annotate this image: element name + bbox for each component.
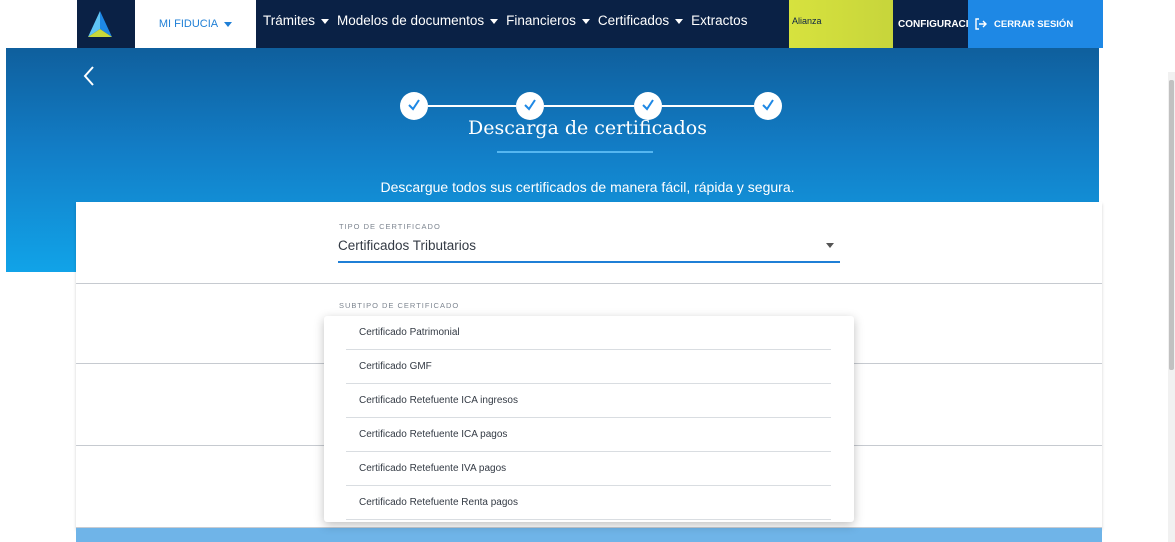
logout-icon [975, 18, 987, 30]
dropdown-option[interactable]: Certificado Retefuente IVA pagos [346, 452, 831, 486]
caret-down-icon [224, 21, 233, 27]
footer-strip [76, 528, 1102, 542]
menu-financieros-label: Financieros [506, 13, 576, 28]
menu-modelos-documentos[interactable]: Modelos de documentos [337, 13, 499, 28]
subtipo-certificado-label: SUBTIPO DE CERTIFICADO [339, 301, 460, 310]
caret-down-icon [675, 19, 684, 24]
menu-extractos[interactable]: Extractos [691, 13, 747, 28]
title-underline [497, 151, 653, 153]
menu-financieros[interactable]: Financieros [506, 13, 590, 28]
step-4-check-icon [754, 92, 782, 120]
dropdown-option[interactable]: Certificado Retefuente ICA pagos [346, 418, 831, 452]
caret-down-icon [581, 19, 590, 24]
caret-down-icon[interactable] [826, 243, 834, 248]
menu-certificados-label: Certificados [597, 13, 670, 28]
chevron-left-icon[interactable] [79, 64, 101, 88]
menu-tramites-label: Trámites [263, 13, 316, 28]
menu-tramites[interactable]: Trámites [263, 13, 330, 28]
tipo-certificado-label: TIPO DE CERTIFICADO [339, 222, 441, 231]
mi-fiducia-label: MI FIDUCIA [158, 18, 219, 30]
scrollbar-thumb[interactable] [1169, 80, 1174, 370]
step-1-check-icon [400, 92, 428, 120]
main-menu: Trámites Modelos de documentos Financier… [263, 0, 755, 48]
menu-modelos-label: Modelos de documentos [337, 13, 485, 28]
logout-label: CERRAR SESIÓN [994, 18, 1074, 30]
tipo-certificado-select[interactable]: Certificados Tributarios [338, 238, 476, 253]
step-connector [662, 105, 754, 107]
caret-down-icon [490, 19, 499, 24]
dropdown-option[interactable]: Certificado Retefuente Renta pagos [346, 486, 831, 520]
select-underline [338, 261, 840, 263]
dropdown-option[interactable]: Certificado Retefuente ICA ingresos [346, 384, 831, 418]
step-connector [544, 105, 634, 107]
step-2-check-icon [516, 92, 544, 120]
mi-fiducia-menu[interactable]: MI FIDUCIA [135, 0, 256, 48]
logout-button[interactable]: CERRAR SESIÓN [968, 0, 1103, 48]
alianza-banner: Alianza [789, 0, 893, 48]
page-title: Descarga de certificados [468, 117, 707, 139]
alianza-logo-icon[interactable] [86, 9, 114, 39]
subtipo-dropdown: Certificado Patrimonial Certificado GMF … [324, 316, 854, 522]
step-3-check-icon [634, 92, 662, 120]
alianza-banner-label: Alianza [792, 16, 822, 26]
top-navigation: MI FIDUCIA Trámites Modelos de documento… [0, 0, 1175, 48]
dropdown-option[interactable]: Certificado Patrimonial [346, 316, 831, 350]
menu-certificados[interactable]: Certificados [597, 13, 684, 28]
tipo-certificado-card [76, 202, 1102, 284]
step-connector [428, 105, 516, 107]
caret-down-icon [321, 19, 330, 24]
page-subtitle: Descargue todos sus certificados de mane… [380, 179, 795, 195]
dropdown-option[interactable]: Certificado GMF [346, 350, 831, 384]
menu-extractos-label: Extractos [691, 13, 748, 28]
